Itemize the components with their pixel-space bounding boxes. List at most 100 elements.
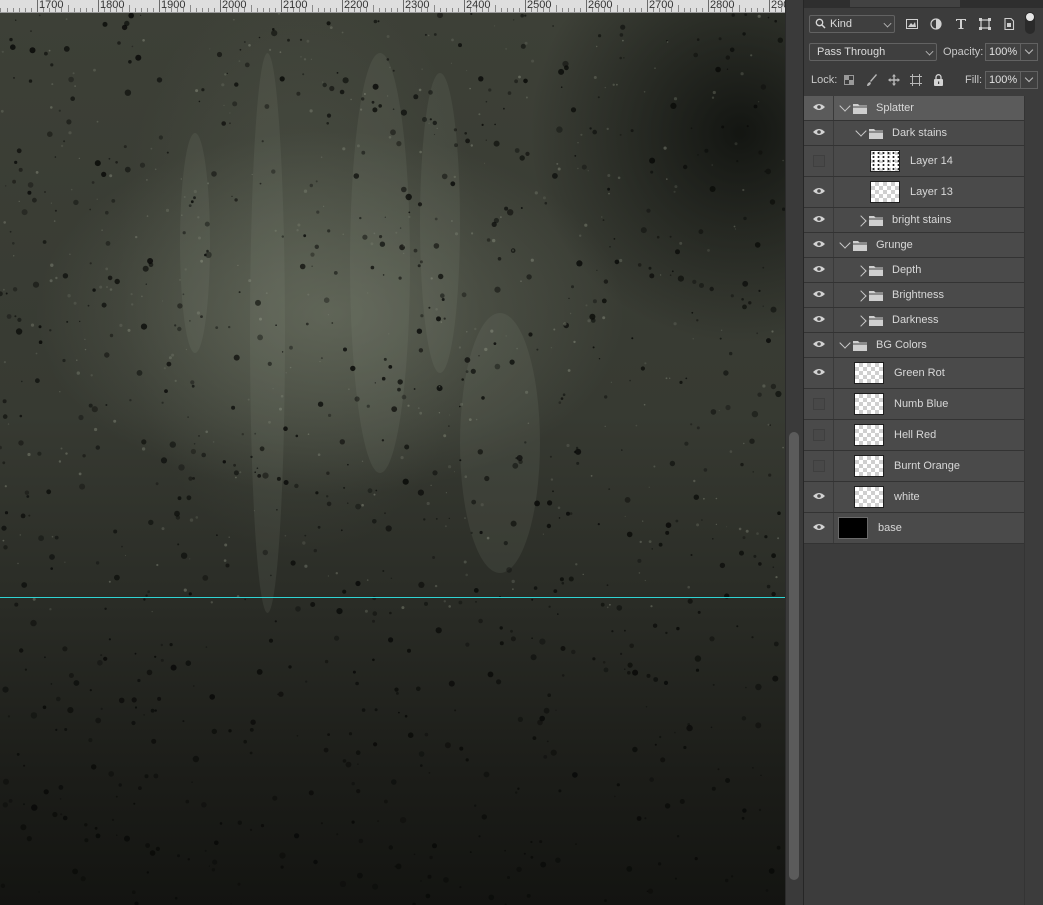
layer-row[interactable]: Burnt Orange xyxy=(804,451,1024,482)
visibility-toggle[interactable] xyxy=(804,258,834,282)
layer-group-row[interactable]: Darkness xyxy=(804,308,1024,333)
scrollbar-thumb[interactable] xyxy=(789,432,799,880)
visibility-toggle[interactable] xyxy=(804,283,834,307)
visibility-toggle[interactable] xyxy=(804,389,834,419)
lock-all-icon[interactable] xyxy=(930,72,946,88)
fill-slider-button[interactable] xyxy=(1020,71,1038,89)
chevron-right-icon[interactable] xyxy=(855,315,867,327)
filter-kind-dropdown[interactable]: Kind xyxy=(809,15,895,33)
ruler-minor-tick xyxy=(592,8,594,12)
visibility-toggle[interactable] xyxy=(804,96,834,120)
ruler-minor-tick xyxy=(781,8,783,12)
chevron-right-icon[interactable] xyxy=(855,265,867,277)
ruler-minor-tick xyxy=(482,8,484,12)
layer-row[interactable]: Layer 13 xyxy=(804,177,1024,208)
layer-thumbnail xyxy=(854,486,884,508)
chevron-right-icon[interactable] xyxy=(855,215,867,227)
lock-artboard-icon[interactable] xyxy=(908,72,924,88)
ruler-minor-tick xyxy=(55,8,57,12)
layer-row[interactable]: Layer 14 xyxy=(804,146,1024,177)
document-canvas[interactable] xyxy=(0,13,785,905)
visibility-toggle[interactable] xyxy=(804,121,834,145)
chevron-down-icon[interactable] xyxy=(839,237,851,249)
ruler-label: 2500 xyxy=(527,0,552,11)
ruler-minor-tick xyxy=(744,8,746,12)
ruler-minor-tick xyxy=(91,8,93,12)
visibility-toggle[interactable] xyxy=(804,482,834,512)
visibility-toggle[interactable] xyxy=(804,333,834,357)
smart-object-filter-icon[interactable] xyxy=(1001,16,1017,32)
eye-icon xyxy=(812,522,825,534)
horizontal-ruler[interactable]: 1700 1800 1900 2000 2100 2200 2300 2400 2500 2600… xyxy=(0,0,785,13)
eye-icon xyxy=(812,339,825,351)
ruler-minor-tick xyxy=(360,8,362,12)
shape-filter-icon[interactable] xyxy=(977,16,993,32)
visibility-toggle[interactable] xyxy=(804,208,834,232)
ruler-minor-tick xyxy=(726,8,728,12)
horizontal-guide[interactable] xyxy=(0,597,785,598)
type-filter-icon[interactable] xyxy=(953,16,969,32)
layers-tab[interactable] xyxy=(850,0,960,7)
layer-group-row[interactable]: Grunge xyxy=(804,233,1024,258)
ruler-minor-tick xyxy=(195,8,197,12)
lock-position-icon[interactable] xyxy=(886,72,902,88)
visibility-toggle[interactable] xyxy=(804,451,834,481)
folder-icon xyxy=(853,340,867,354)
eye-icon xyxy=(812,127,825,139)
layer-thumbnail xyxy=(870,150,900,172)
visibility-toggle[interactable] xyxy=(804,177,834,207)
layer-group-row[interactable]: Depth xyxy=(804,258,1024,283)
image-filter-icon[interactable] xyxy=(904,16,920,32)
ruler-minor-tick xyxy=(433,5,435,12)
ruler-minor-tick xyxy=(12,8,14,12)
ruler-minor-tick xyxy=(500,8,502,12)
visibility-toggle[interactable] xyxy=(804,420,834,450)
opacity-slider-button[interactable] xyxy=(1020,43,1038,61)
chevron-down-icon[interactable] xyxy=(855,125,867,137)
layer-row[interactable]: white xyxy=(804,482,1024,513)
layer-row[interactable]: base xyxy=(804,513,1024,544)
lock-pixels-icon[interactable] xyxy=(864,72,880,88)
layer-row[interactable]: Green Rot xyxy=(804,358,1024,389)
ruler-minor-tick xyxy=(616,5,618,12)
blend-mode-dropdown[interactable]: Pass Through xyxy=(809,43,937,61)
ruler-minor-tick xyxy=(671,8,673,12)
ruler-minor-tick xyxy=(30,8,32,12)
filter-toggle-switch[interactable] xyxy=(1025,12,1035,34)
blend-mode-value: Pass Through xyxy=(817,46,886,58)
ruler-minor-tick xyxy=(293,8,295,12)
ruler-minor-tick xyxy=(244,8,246,12)
chevron-down-icon[interactable] xyxy=(839,100,851,112)
visibility-toggle[interactable] xyxy=(804,513,834,543)
layer-name: Brightness xyxy=(892,289,944,301)
layer-thumbnail xyxy=(870,181,900,203)
canvas-vertical-scrollbar[interactable] xyxy=(785,0,804,905)
chevron-right-icon[interactable] xyxy=(855,290,867,302)
layer-group-row[interactable]: Dark stains xyxy=(804,121,1024,146)
layer-thumbnail xyxy=(854,455,884,477)
opacity-input[interactable]: 100% xyxy=(985,43,1038,61)
layer-group-row[interactable]: Brightness xyxy=(804,283,1024,308)
ruler-minor-tick xyxy=(250,5,252,12)
ruler-minor-tick xyxy=(372,5,374,12)
layers-panel-scrollbar[interactable] xyxy=(1024,96,1043,905)
ruler-minor-tick xyxy=(201,8,203,12)
visibility-toggle[interactable] xyxy=(804,146,834,176)
layer-name: Splatter xyxy=(876,102,914,114)
visibility-toggle[interactable] xyxy=(804,358,834,388)
ruler-minor-tick xyxy=(366,8,368,12)
chevron-down-icon[interactable] xyxy=(839,337,851,349)
layer-group-row[interactable]: Splatter xyxy=(804,96,1024,121)
visibility-toggle[interactable] xyxy=(804,308,834,332)
ruler-minor-tick xyxy=(579,8,581,12)
layer-row[interactable]: Numb Blue xyxy=(804,389,1024,420)
layer-group-row[interactable]: bright stains xyxy=(804,208,1024,233)
fill-input[interactable]: 100% xyxy=(985,71,1038,89)
visibility-toggle[interactable] xyxy=(804,233,834,257)
lock-transparent-icon[interactable] xyxy=(841,72,857,88)
ruler-minor-tick xyxy=(732,8,734,12)
layer-group-row[interactable]: BG Colors xyxy=(804,333,1024,358)
adjustment-filter-icon[interactable] xyxy=(928,16,944,32)
layer-row[interactable]: Hell Red xyxy=(804,420,1024,451)
eye-icon xyxy=(812,264,825,276)
